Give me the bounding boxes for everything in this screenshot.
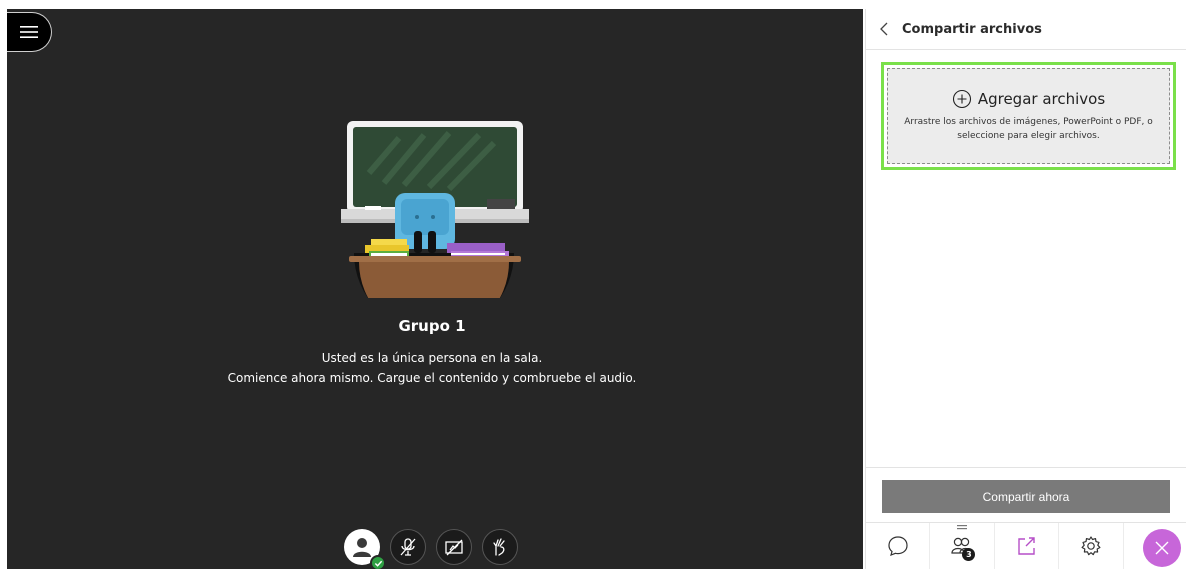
raise-hand-button[interactable] (482, 529, 518, 565)
microphone-button[interactable] (390, 529, 426, 565)
panel-header: Compartir archivos (866, 9, 1186, 50)
room-message-line1: Usted es la única persona en la sala. (321, 351, 543, 365)
panel-bottom-nav: 3 (866, 522, 1186, 569)
drag-handle-icon (957, 525, 968, 530)
close-panel-button[interactable] (1143, 529, 1182, 567)
attendees-button[interactable]: 3 (930, 523, 995, 569)
dropzone-inner: Agregar archivos Arrastre los archivos d… (887, 68, 1170, 164)
main-stage: Grupo 1 Usted es la única persona en la … (7, 9, 863, 569)
camera-button[interactable] (436, 529, 472, 565)
check-icon (374, 560, 382, 567)
mic-off-icon (400, 538, 416, 556)
my-status-button[interactable] (344, 529, 386, 569)
gear-icon (1081, 536, 1101, 556)
user-icon (353, 538, 371, 557)
back-button[interactable] (866, 9, 902, 50)
settings-button[interactable] (1059, 523, 1124, 569)
menu-button[interactable] (7, 12, 52, 52)
add-files-dropzone[interactable]: Agregar archivos Arrastre los archivos d… (881, 62, 1176, 170)
chat-icon (888, 536, 908, 556)
presence-badge (370, 555, 386, 569)
attendee-count-badge: 3 (962, 548, 976, 561)
share-content-icon (1017, 537, 1035, 555)
room-message-line2: Comience ahora mismo. Cargue el contenid… (227, 371, 637, 385)
av-controls (344, 529, 518, 569)
camera-off-icon (445, 539, 463, 556)
raise-hand-icon (493, 538, 505, 556)
separator (866, 467, 1186, 468)
hamburger-menu-icon (20, 26, 38, 38)
app-window: Grupo 1 Usted es la única persona en la … (0, 0, 1186, 569)
add-files-row: Agregar archivos (952, 89, 1105, 109)
add-files-label: Agregar archivos (977, 90, 1106, 108)
close-panel-slot (1124, 523, 1186, 569)
plus-circle-icon (952, 89, 971, 109)
chevron-left-icon (880, 22, 888, 36)
panel-title: Compartir archivos (902, 21, 1042, 37)
room-title: Grupo 1 (398, 317, 466, 335)
empty-room-illustration (341, 121, 529, 298)
close-icon (1155, 541, 1169, 555)
chat-button[interactable] (866, 523, 931, 569)
add-files-help: Arrastre los archivos de imágenes, Power… (904, 117, 1153, 141)
share-now-button[interactable]: Compartir ahora (882, 480, 1170, 513)
share-content-button[interactable] (995, 523, 1060, 569)
share-files-panel: Compartir archivos Agregar archivos Arra… (865, 9, 1186, 569)
